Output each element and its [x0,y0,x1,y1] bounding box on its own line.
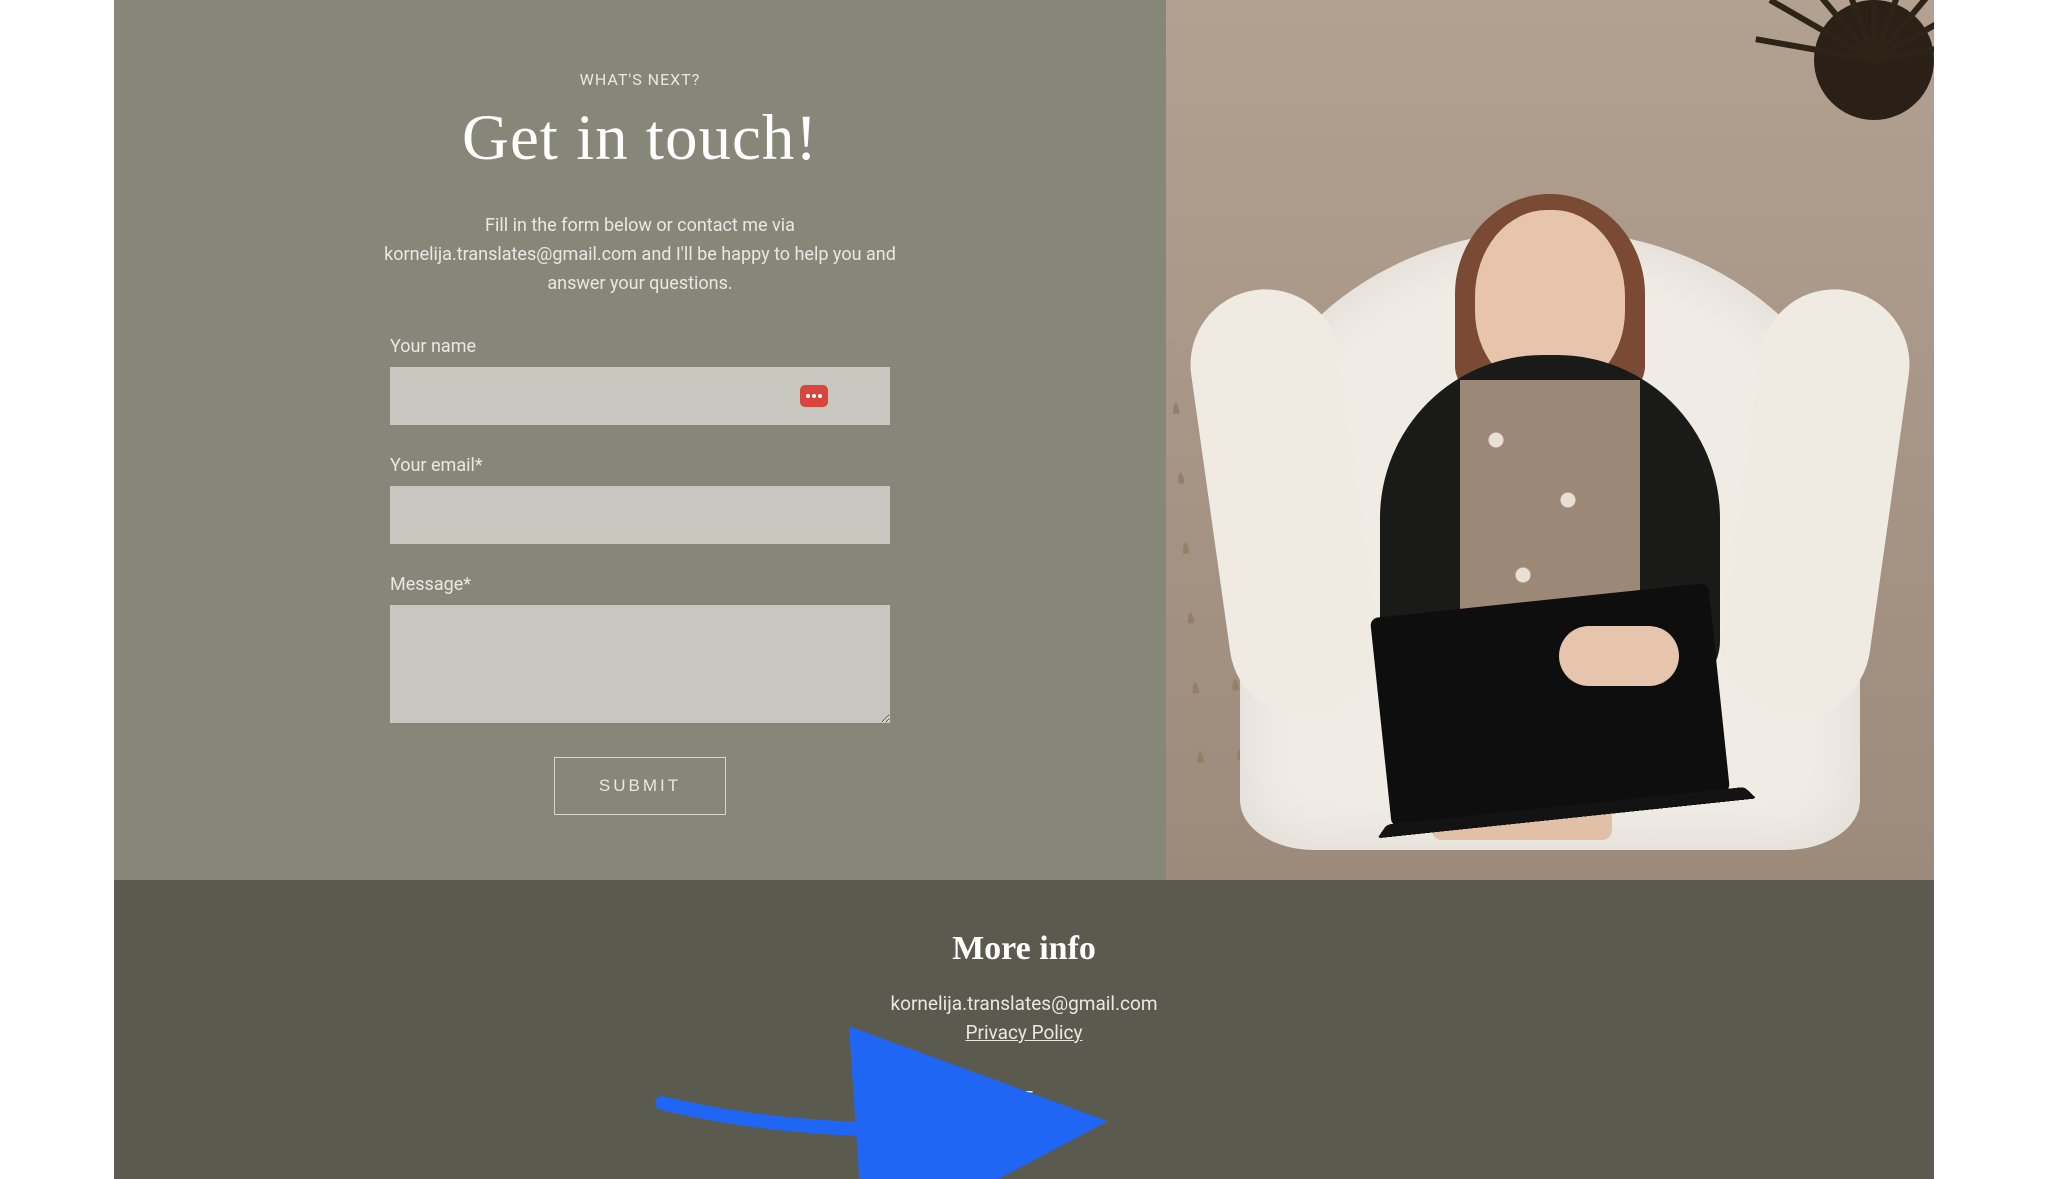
submit-wrapper: SUBMIT [390,757,890,815]
footer: More info kornelija.translates@gmail.com… [114,880,1934,1179]
contact-section: WHAT'S NEXT? Get in touch! Fill in the f… [114,0,1934,880]
language-switch-link[interactable]: LT [1014,1088,1034,1109]
email-field-group: Your email* [390,455,890,544]
name-field-group: Your name [390,336,890,425]
password-manager-icon[interactable] [800,385,828,407]
submit-button[interactable]: SUBMIT [554,757,726,815]
email-input[interactable] [390,486,890,544]
name-label: Your name [390,336,890,357]
contact-heading: Get in touch! [462,101,818,176]
contact-form: Your name Your email* Message* [390,336,890,815]
message-textarea[interactable] [390,605,890,723]
footer-email: kornelija.translates@gmail.com [114,992,1934,1015]
email-label: Your email* [390,455,890,476]
page-wrapper: WHAT'S NEXT? Get in touch! Fill in the f… [114,0,1934,1179]
privacy-policy-link[interactable]: Privacy Policy [966,1021,1083,1044]
portrait-illustration [1166,0,1934,880]
message-label: Message* [390,574,890,595]
message-field-group: Message* [390,574,890,727]
name-input-wrapper [390,367,890,425]
footer-heading: More info [114,930,1934,968]
contact-intro: Fill in the form below or contact me via… [380,212,900,298]
sunburst-decoration-icon [1754,0,1934,180]
portrait-image [1166,0,1934,880]
contact-form-column: WHAT'S NEXT? Get in touch! Fill in the f… [114,0,1166,880]
eyebrow-text: WHAT'S NEXT? [580,70,701,89]
